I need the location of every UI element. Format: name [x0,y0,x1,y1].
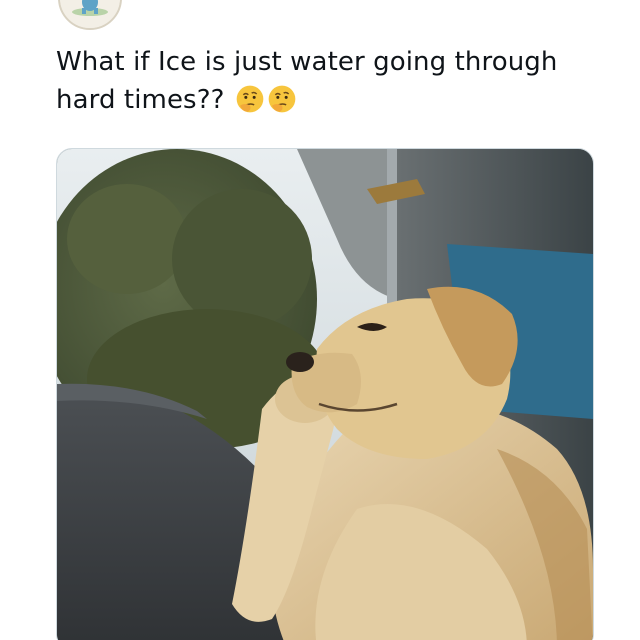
thinking-face-icon [268,85,296,113]
thinking-face-icon [236,85,264,113]
cartoon-figure-avatar-icon [60,0,120,28]
post-text: What if Ice is just water going through … [56,43,596,119]
post-media-photo[interactable] [56,148,594,640]
dog-thinking-photo [57,149,593,640]
post-text-content: What if Ice is just water going through … [56,47,558,115]
avatar[interactable] [58,0,122,30]
